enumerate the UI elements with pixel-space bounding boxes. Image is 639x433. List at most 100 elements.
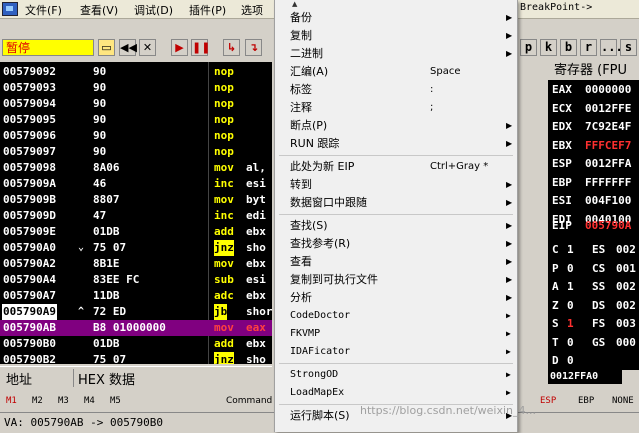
disasm-row[interactable]: 005790A4 83EE FC sub esi [0, 272, 272, 288]
menu-view[interactable]: 查看(V) [80, 2, 118, 18]
stack-ebp-label[interactable]: EBP [578, 396, 594, 406]
tab-m3[interactable]: M3 [58, 396, 69, 406]
plugin-button-b[interactable]: b [560, 39, 577, 56]
register-esi[interactable]: ESI 004F100 [552, 193, 631, 209]
disasm-row[interactable]: 00579093 90 nop [0, 80, 272, 96]
menu-options[interactable]: 选项 [241, 2, 263, 18]
context-menu-item[interactable]: 复制到可执行文件 ▶ [275, 271, 517, 289]
register-ebp[interactable]: EBP FFFFFFF [552, 175, 631, 191]
register-ebx[interactable]: EBX FFFCEF7 [552, 138, 631, 154]
context-menu-item[interactable]: 此处为新 EIP Ctrl+Gray * [275, 158, 517, 176]
run-icon[interactable]: ▶ [171, 39, 188, 56]
disasm-row[interactable]: 0057909E 01DB add ebx [0, 224, 272, 240]
context-menu-item[interactable]: 注释; [275, 99, 517, 117]
context-menu-item[interactable]: FKVMP ▶ [275, 325, 517, 343]
menu-item-label: 注释 [290, 101, 312, 114]
context-menu-item[interactable]: 查找(S) ▶ [275, 217, 517, 235]
flag-value[interactable]: 0 [567, 262, 574, 275]
disasm-row[interactable]: 00579098 8A06 mov al, [0, 160, 272, 176]
hex-column-header[interactable]: HEX 数据 [78, 369, 135, 388]
context-menu-item[interactable]: StrongOD ▶ [275, 366, 517, 384]
open-folder-icon[interactable]: ▭ [98, 39, 115, 56]
register-esp[interactable]: ESP 0012FFA [552, 156, 631, 172]
context-menu-item[interactable]: RUN 跟踪 ▶ [275, 135, 517, 153]
context-menu-item[interactable]: 转到 ▶ [275, 176, 517, 194]
disasm-row[interactable]: 005790A7 11DB adc ebx [0, 288, 272, 304]
disasm-row[interactable]: 00579096 90 nop [0, 128, 272, 144]
disasm-row[interactable]: 005790A2 8B1E mov ebx [0, 256, 272, 272]
flag-value[interactable]: 0 [567, 336, 574, 349]
context-menu-item[interactable]: 标签: [275, 81, 517, 99]
context-menu-item[interactable]: CodeDoctor ▶ [275, 307, 517, 325]
tab-m5[interactable]: M5 [110, 396, 121, 406]
flag-value[interactable]: 1 [567, 317, 574, 330]
disasm-row[interactable]: 00579094 90 nop [0, 96, 272, 112]
flag-value[interactable]: 1 [567, 243, 574, 256]
register-edx[interactable]: EDX 7C92E4F [552, 119, 631, 135]
disasm-row[interactable]: 00579092 90 nop [0, 64, 272, 80]
disasm-operand: eax [246, 321, 266, 334]
rewind-icon[interactable]: ◀◀ [119, 39, 137, 56]
register-ecx[interactable]: ECX 0012FFE [552, 101, 631, 117]
pause-icon[interactable]: ❚❚ [191, 39, 210, 56]
register-eip[interactable]: EIP 005790A [552, 218, 631, 234]
disasm-row[interactable]: 00579095 90 nop [0, 112, 272, 128]
tab-m2[interactable]: M2 [32, 396, 43, 406]
disasm-row[interactable]: 005790AB B8 01000000 mov eax [0, 320, 272, 336]
context-menu-item[interactable]: 查找参考(R) ▶ [275, 235, 517, 253]
plugin-button-s[interactable]: s [620, 39, 637, 56]
context-menu-item[interactable]: 断点(P) ▶ [275, 117, 517, 135]
disasm-row[interactable]: 00579097 90 nop [0, 144, 272, 160]
disasm-mnemonic: nop [214, 97, 234, 110]
registers-pane[interactable]: EAX 0000000 ECX 0012FFE EDX 7C92E4F EBX FFFCEF7… [548, 80, 639, 370]
plugin-button-more[interactable]: ... [600, 39, 623, 56]
disasm-row[interactable]: 005790A9 ^ 72 ED jb shor [0, 304, 272, 320]
stack-none-label[interactable]: NONE [612, 396, 634, 406]
flag-value[interactable]: 0 [567, 299, 574, 312]
context-menu-item[interactable]: IDAFicator ▶ [275, 343, 517, 361]
app-icon[interactable] [2, 2, 18, 16]
disasm-row[interactable]: 005790B0 01DB add ebx [0, 336, 272, 352]
context-menu-item[interactable]: 分析 ▶ [275, 289, 517, 307]
context-menu-item[interactable]: 查看 ▶ [275, 253, 517, 271]
context-menu-item[interactable]: 备份 ▶ [275, 9, 517, 27]
context-menu-item[interactable]: 二进制 ▶ [275, 45, 517, 63]
disasm-hex: 8A06 [93, 161, 120, 174]
register-value: 7C92E4F [585, 120, 632, 133]
context-menu-item[interactable]: LoadMapEx ▶ [275, 384, 517, 402]
disasm-mnemonic: jnz [214, 240, 234, 256]
stack-address[interactable]: 0012FFA0 [548, 370, 622, 384]
flag-value[interactable]: 0 [567, 354, 574, 367]
plugin-button-r[interactable]: r [580, 39, 597, 56]
address-column-header[interactable]: 地址 [6, 369, 32, 388]
plugin-button-k[interactable]: k [540, 39, 557, 56]
disasm-row[interactable]: 0057909A 46 inc esi [0, 176, 272, 192]
disasm-operand: ebx [246, 225, 266, 238]
step-over-icon[interactable]: ↴ [245, 39, 262, 56]
disasm-row[interactable]: 0057909D 47 inc edi [0, 208, 272, 224]
splitter[interactable] [516, 62, 548, 370]
disasm-row[interactable]: 0057909B 8807 mov byt [0, 192, 272, 208]
stack-esp-label[interactable]: ESP [540, 396, 556, 406]
scroll-up-icon[interactable]: ▲ [292, 0, 297, 8]
flag-value[interactable]: 1 [567, 280, 574, 293]
menu-plugins[interactable]: 插件(P) [189, 2, 226, 18]
disassembly-pane[interactable]: 00579092 90 nop 00579093 90 nop 00579094 90 nop 0… [0, 62, 272, 364]
menu-debug[interactable]: 调试(D) [134, 2, 173, 18]
plugin-button-p[interactable]: p [520, 39, 537, 56]
context-menu-item[interactable]: 汇编(A) Space [275, 63, 517, 81]
context-menu-item[interactable]: 数据窗口中跟随 ▶ [275, 194, 517, 212]
tab-m1[interactable]: M1 [6, 396, 17, 406]
context-menu-item[interactable]: 复制 ▶ [275, 27, 517, 45]
disasm-row[interactable]: 005790A0 ⌄ 75 07 jnz sho [0, 240, 272, 256]
disasm-operand: esi [246, 177, 266, 190]
disasm-row[interactable]: 005790B2 75 07 jnz sho [0, 352, 272, 364]
tab-m4[interactable]: M4 [84, 396, 95, 406]
close-icon[interactable]: ✕ [139, 39, 156, 56]
disasm-address: 0057909E [3, 225, 56, 238]
step-into-icon[interactable]: ↳ [223, 39, 240, 56]
menu-file[interactable]: 文件(F) [25, 2, 62, 18]
disasm-mnemonic: add [214, 225, 234, 238]
disasm-hex: 01DB [93, 225, 120, 238]
register-eax[interactable]: EAX 0000000 [552, 82, 631, 98]
